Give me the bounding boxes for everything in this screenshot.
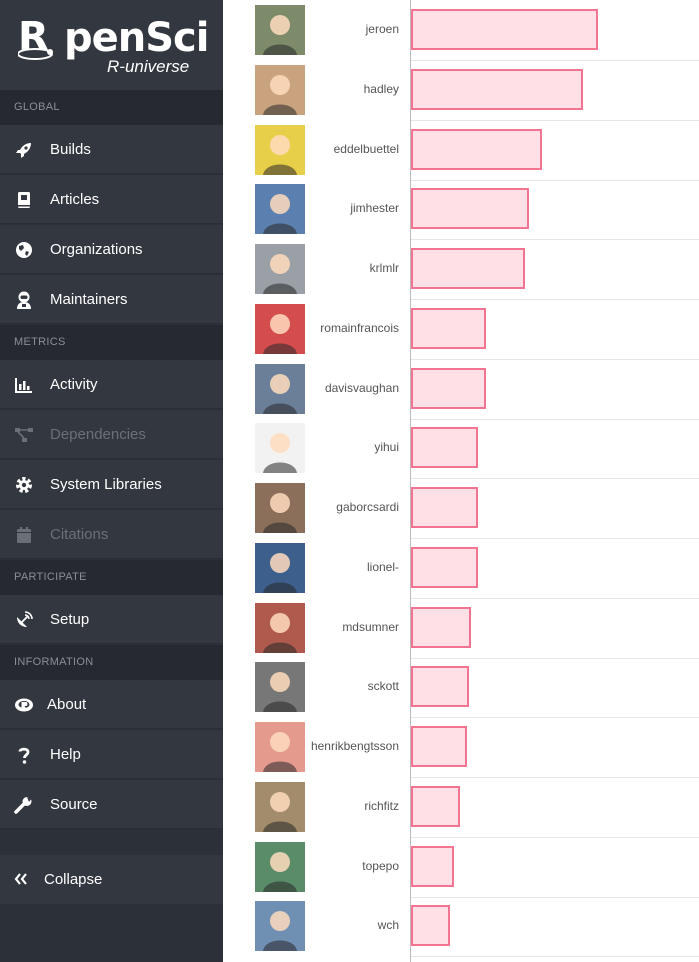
maintainers-chart: jeroen hadley eddelbuettel jimhester krlmlr r… (223, 0, 699, 962)
section-global: GLOBAL (0, 90, 223, 125)
bar[interactable] (411, 905, 450, 947)
bar[interactable] (411, 606, 471, 648)
calendar-icon (17, 527, 31, 543)
user-astronaut-icon (17, 291, 31, 309)
logo-subtitle: R-universe (107, 57, 190, 76)
sidebar-item-label: Maintainers (50, 291, 128, 308)
bar[interactable] (411, 9, 598, 50)
bar[interactable] (411, 367, 486, 409)
sidebar-item-label: Activity (50, 376, 98, 393)
sidebar-item-help[interactable]: Help (0, 730, 223, 779)
sidebar-item-dependencies: Dependencies (0, 410, 223, 459)
sidebar-item-label: Source (50, 796, 98, 813)
sidebar-item-label: Citations (50, 526, 109, 543)
chart-row[interactable]: lionel- (223, 538, 699, 599)
sidebar-item-label: Dependencies (50, 426, 146, 443)
chart-row[interactable]: topepo (223, 837, 699, 898)
sidebar-item-about[interactable]: About (0, 680, 223, 729)
username-label[interactable]: topepo (223, 859, 399, 873)
sidebar-item-label: System Libraries (50, 476, 162, 493)
sidebar-item-organizations[interactable]: Organizations (0, 225, 223, 274)
chart-row[interactable]: romainfrancois (223, 299, 699, 360)
username-label[interactable]: romainfrancois (223, 321, 399, 335)
bar[interactable] (411, 845, 454, 887)
book-icon (18, 192, 30, 208)
chart-row[interactable]: jimhester (223, 179, 699, 241)
username-label[interactable]: jimhester (223, 201, 399, 215)
sidebar-item-setup[interactable]: Setup (0, 595, 223, 644)
question-icon (18, 747, 30, 764)
username-label[interactable]: henrikbengtsson (223, 739, 399, 753)
sidebar-item-label: Setup (50, 611, 90, 628)
bar[interactable] (411, 248, 525, 289)
username-label[interactable]: gaborcsardi (223, 500, 399, 514)
chart-row[interactable]: davisvaughan (223, 359, 699, 420)
collapse-label: Collapse (44, 871, 103, 888)
username-label[interactable]: wch (223, 918, 399, 932)
chart-row[interactable]: yihui (223, 418, 699, 480)
ropensci-r-logo-icon: R (18, 14, 53, 60)
section-participate: PARTICIPATE (0, 560, 223, 595)
r-logo-icon (15, 698, 33, 712)
section-information: INFORMATION (0, 645, 223, 680)
chart-row[interactable]: eddelbuettel (223, 120, 699, 181)
bar[interactable] (411, 487, 478, 528)
bar[interactable] (411, 427, 478, 469)
svg-text:R: R (18, 14, 49, 60)
username-label[interactable]: lionel- (223, 560, 399, 574)
username-label[interactable]: krlmlr (223, 261, 399, 275)
sidebar-item-source[interactable]: Source (0, 780, 223, 829)
username-label[interactable]: sckott (223, 679, 399, 693)
bar[interactable] (411, 307, 486, 349)
bar[interactable] (411, 785, 460, 827)
app-logo[interactable]: R penSci R-universe (0, 0, 223, 90)
sidebar-item-citations: Citations (0, 510, 223, 559)
sidebar-item-system-libraries[interactable]: System Libraries (0, 460, 223, 509)
bar[interactable] (411, 128, 542, 170)
chart-row[interactable]: gaborcsardi (223, 478, 699, 539)
bar[interactable] (411, 666, 469, 708)
satellite-dish-icon (17, 611, 33, 627)
sidebar-item-label: Builds (50, 141, 91, 158)
chart-row[interactable]: sckott (223, 657, 699, 719)
bar[interactable] (411, 188, 529, 230)
collapse-button[interactable]: Collapse (0, 855, 223, 904)
username-label[interactable]: hadley (223, 82, 399, 96)
chart-row[interactable]: wch (223, 896, 699, 958)
globe-icon (16, 242, 32, 258)
bar[interactable] (411, 726, 467, 767)
username-label[interactable]: mdsumner (223, 620, 399, 634)
sidebar-item-label: Organizations (50, 241, 143, 258)
bar[interactable] (411, 68, 583, 110)
sidebar-item-articles[interactable]: Articles (0, 175, 223, 224)
username-label[interactable]: eddelbuettel (223, 142, 399, 156)
sitemap-icon (15, 428, 33, 442)
section-metrics: METRICS (0, 325, 223, 360)
chart-row[interactable]: krlmlr (223, 239, 699, 300)
sidebar-item-maintainers[interactable]: Maintainers (0, 275, 223, 324)
chart-row[interactable]: henrikbengtsson (223, 717, 699, 778)
gear-icon (16, 477, 32, 493)
sidebar-item-label: Articles (50, 191, 100, 208)
sidebar-item-label: Help (50, 746, 81, 763)
chart-row[interactable]: jeroen (223, 0, 699, 61)
chart-row[interactable]: mdsumner (223, 598, 699, 659)
rocket-icon (16, 143, 31, 158)
sidebar: R penSci R-universe GLOBAL Builds Articl… (0, 0, 223, 962)
username-label[interactable]: jeroen (223, 22, 399, 36)
username-label[interactable]: richfitz (223, 799, 399, 813)
username-label[interactable]: davisvaughan (223, 381, 399, 395)
logo-title: penSci (64, 15, 209, 61)
wrench-icon (14, 797, 32, 814)
chart-bar-icon (15, 378, 32, 393)
bar[interactable] (411, 546, 478, 588)
sidebar-item-builds[interactable]: Builds (0, 125, 223, 174)
username-label[interactable]: yihui (223, 440, 399, 454)
chart-row[interactable]: richfitz (223, 777, 699, 838)
row-separator (411, 956, 699, 958)
sidebar-item-activity[interactable]: Activity (0, 360, 223, 409)
double-chevron-left-icon (14, 873, 27, 885)
sidebar-item-label: About (47, 696, 87, 713)
chart-row[interactable]: hadley (223, 60, 699, 121)
